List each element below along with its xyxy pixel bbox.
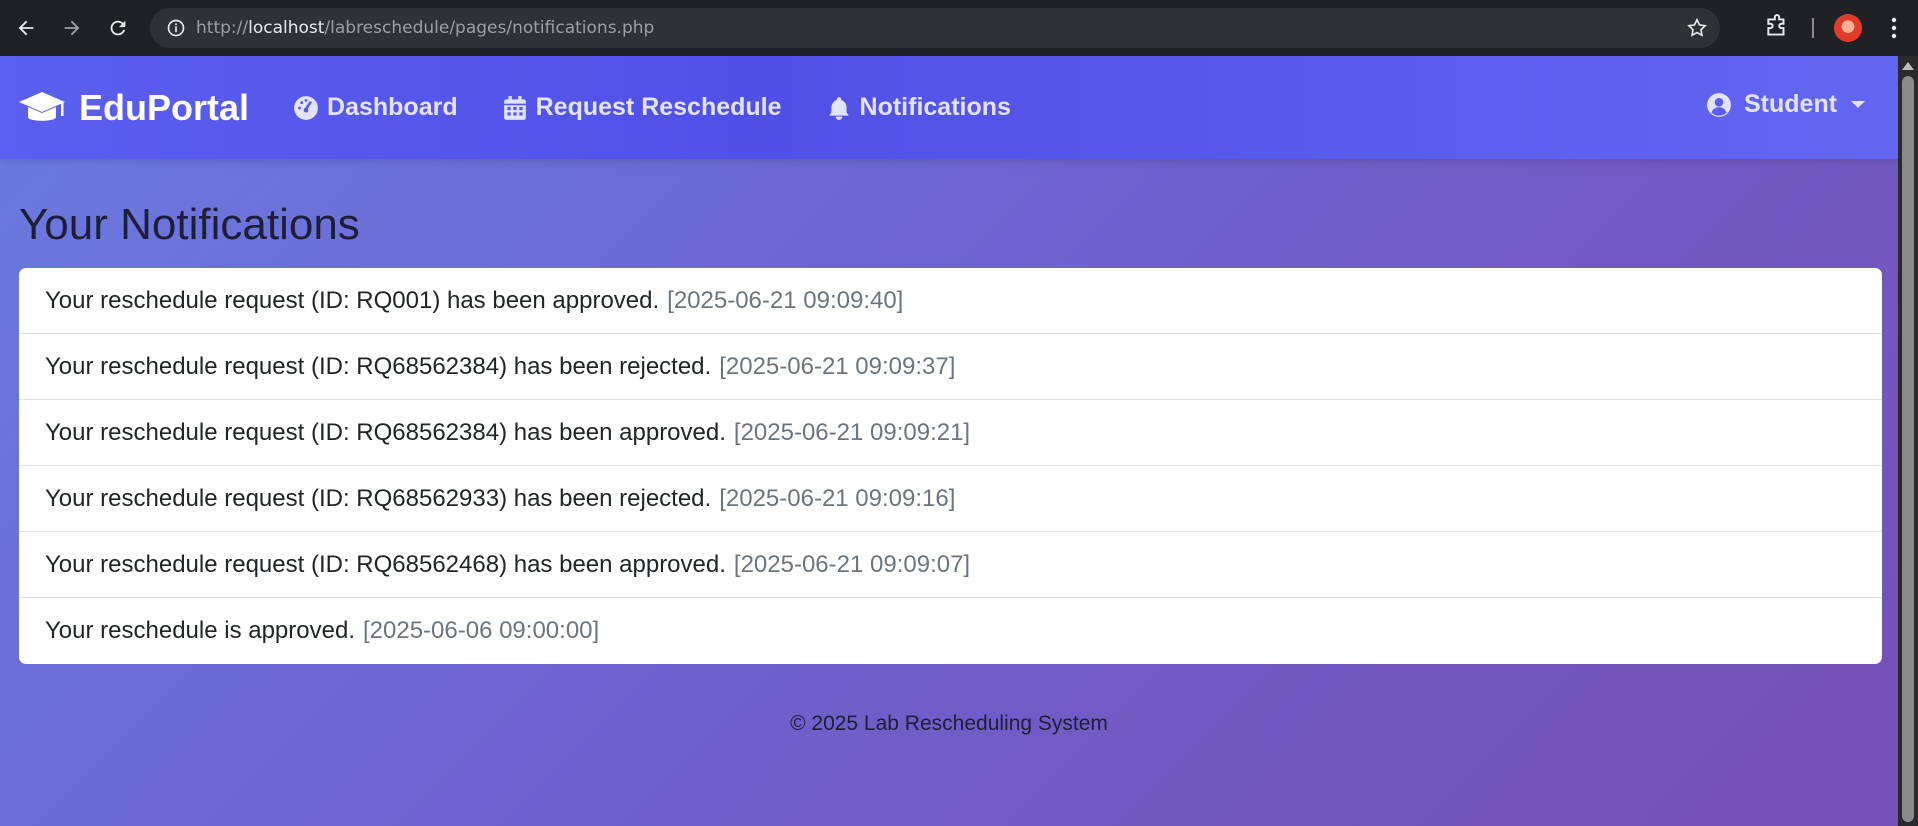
notification-item: Your reschedule request (ID: RQ001) has …	[19, 268, 1882, 334]
reload-button[interactable]	[98, 8, 138, 48]
user-circle-icon	[1707, 92, 1731, 117]
notification-item: Your reschedule request (ID: RQ68562933)…	[19, 466, 1882, 532]
footer-copyright: © 2025 Lab Rescheduling System	[790, 712, 1108, 735]
notification-message: Your reschedule request (ID: RQ001) has …	[45, 286, 660, 314]
gauge-icon	[294, 95, 318, 120]
notification-timestamp: [2025-06-06 09:00:00]	[362, 617, 600, 644]
address-bar[interactable]: http://localhost/labreschedule/pages/not…	[150, 8, 1720, 48]
nav-dashboard-label: Dashboard	[327, 93, 458, 121]
extensions-puzzle-icon[interactable]	[1764, 14, 1790, 45]
notification-timestamp: [2025-06-21 09:09:40]	[667, 286, 904, 314]
toolbar-separator	[1812, 18, 1814, 38]
browser-menu-icon[interactable]	[1882, 14, 1906, 47]
user-dropdown-label: Student	[1744, 90, 1838, 118]
notification-message: Your reschedule request (ID: RQ68562468)…	[45, 550, 726, 578]
page-title: Your Notifications	[19, 200, 360, 249]
scroll-up-arrow-icon[interactable]	[1902, 62, 1914, 70]
url-text: http://localhost/labreschedule/pages/not…	[196, 18, 655, 38]
top-navbar: EduPortal Dashboard Request Reschedule N…	[0, 56, 1898, 159]
profile-avatar[interactable]	[1834, 14, 1862, 42]
site-info-icon[interactable]	[156, 8, 196, 48]
notification-timestamp: [2025-06-21 09:09:21]	[733, 418, 971, 446]
notification-message: Your reschedule is approved.	[45, 617, 355, 644]
brand-link[interactable]: EduPortal	[17, 87, 249, 129]
nav-notifications[interactable]: Notifications	[826, 93, 1011, 122]
notification-item: Your reschedule is approved. [2025-06-06…	[19, 598, 1882, 664]
notification-timestamp: [2025-06-21 09:09:07]	[733, 550, 971, 578]
nav-request-reschedule-label: Request Reschedule	[535, 93, 782, 121]
page-scrollbar[interactable]	[1898, 56, 1918, 826]
notification-item: Your reschedule request (ID: RQ68562468)…	[19, 532, 1882, 598]
notification-timestamp: [2025-06-21 09:09:37]	[719, 352, 956, 380]
notification-item: Your reschedule request (ID: RQ68562384)…	[19, 400, 1882, 466]
scrollbar-thumb[interactable]	[1902, 76, 1914, 822]
page-content: EduPortal Dashboard Request Reschedule N…	[0, 56, 1898, 826]
bell-icon	[828, 96, 849, 120]
back-button[interactable]	[6, 8, 46, 48]
notification-message: Your reschedule request (ID: RQ68562384)…	[45, 418, 726, 446]
notification-timestamp: [2025-06-21 09:09:16]	[719, 484, 956, 512]
browser-toolbar: http://localhost/labreschedule/pages/not…	[0, 0, 1918, 56]
forward-arrow-icon	[64, 20, 80, 36]
calendar-icon	[503, 95, 526, 120]
nav-notifications-label: Notifications	[859, 93, 1011, 121]
reload-icon	[110, 20, 126, 36]
brand-name: EduPortal	[79, 86, 250, 128]
nav-request-reschedule[interactable]: Request Reschedule	[502, 93, 782, 122]
user-dropdown[interactable]: Student	[1706, 90, 1866, 119]
back-arrow-icon	[18, 20, 34, 36]
notification-list: Your reschedule request (ID: RQ001) has …	[19, 268, 1882, 664]
nav-dashboard[interactable]: Dashboard	[293, 93, 458, 122]
notification-message: Your reschedule request (ID: RQ68562933)…	[45, 484, 712, 512]
notification-item: Your reschedule request (ID: RQ68562384)…	[19, 334, 1882, 400]
notification-message: Your reschedule request (ID: RQ68562384)…	[45, 352, 712, 380]
graduation-cap-icon	[19, 91, 65, 121]
caret-down-icon	[1851, 101, 1866, 108]
bookmark-star-icon[interactable]	[1686, 17, 1708, 44]
forward-button[interactable]	[52, 8, 92, 48]
